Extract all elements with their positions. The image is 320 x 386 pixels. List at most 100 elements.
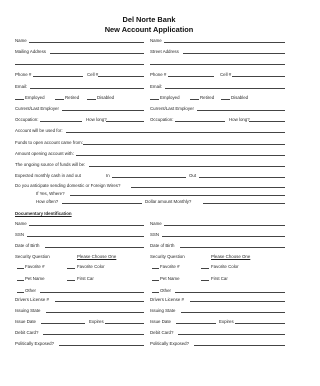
- disabled-label-2: Disabled: [231, 95, 249, 100]
- occupation-field-2[interactable]: [175, 121, 225, 122]
- street-address-field[interactable]: [183, 53, 285, 54]
- mailing-address-label: Mailing Address: [15, 49, 46, 54]
- mailing-address-line-2[interactable]: [15, 64, 144, 65]
- issue-date-field-1[interactable]: [41, 323, 85, 324]
- monthly-cash-label: Expected monthly cash in and out: [15, 173, 81, 178]
- issuing-state-field-1[interactable]: [46, 312, 144, 313]
- employed-label-1: Employed: [25, 95, 45, 100]
- security-question-label-2: Security Question: [150, 254, 185, 259]
- phone-field-1[interactable]: [33, 76, 83, 77]
- email-label-1: Email:: [15, 84, 28, 89]
- how-long-label-2: How long?: [229, 117, 250, 122]
- dob-field-1[interactable]: [45, 247, 144, 248]
- bank-name: Del Norte Bank: [122, 15, 176, 24]
- first-car-check-2[interactable]: [201, 280, 209, 281]
- funds-from-field[interactable]: [83, 144, 285, 145]
- how-often-label: How often?: [36, 199, 59, 204]
- retired-label-1: Retired: [65, 95, 80, 100]
- issue-date-field-2[interactable]: [176, 323, 216, 324]
- wires-question-label: Do you anticipate sending domestic or Fo…: [15, 183, 121, 188]
- employer-label-1: Current/Last Employer: [15, 106, 59, 111]
- name-field-1[interactable]: [29, 42, 144, 43]
- occupation-field-1[interactable]: [40, 121, 82, 122]
- debit-card-field-2[interactable]: [178, 334, 285, 335]
- ongoing-source-field[interactable]: [89, 166, 285, 167]
- employer-label-2: Current/Last Employer: [150, 106, 194, 111]
- expires-field-1[interactable]: [105, 323, 144, 324]
- amount-opening-label: Amount opening account with:: [15, 151, 74, 156]
- employer-field-1[interactable]: [62, 110, 144, 111]
- other-check-1[interactable]: [17, 292, 24, 293]
- pet-name-label-1: Pet Name: [25, 276, 45, 281]
- id-name-label-1: Name: [15, 221, 27, 226]
- monthly-out-label: Out: [189, 173, 197, 178]
- employed-check-2[interactable]: [150, 99, 159, 100]
- other-check-2[interactable]: [152, 292, 159, 293]
- email-label-2: Email:: [150, 84, 163, 89]
- how-long-field-1[interactable]: [106, 121, 144, 122]
- other-field-1[interactable]: [40, 292, 144, 293]
- dob-field-2[interactable]: [180, 247, 285, 248]
- employer-field-2[interactable]: [197, 110, 285, 111]
- employed-check-1[interactable]: [15, 99, 24, 100]
- how-often-field[interactable]: [62, 203, 142, 204]
- retired-check-2[interactable]: [190, 99, 199, 100]
- name-field-2[interactable]: [164, 42, 285, 43]
- mailing-address-field[interactable]: [50, 53, 144, 54]
- favorite-number-check-2[interactable]: [152, 268, 159, 269]
- id-name-field-1[interactable]: [29, 225, 144, 226]
- drivers-license-field-2[interactable]: [190, 301, 285, 302]
- name-label-2: Name: [150, 38, 162, 43]
- first-car-check-1[interactable]: [67, 280, 75, 281]
- email-field-1[interactable]: [30, 88, 144, 89]
- issuing-state-field-2[interactable]: [181, 312, 285, 313]
- favorite-color-check-2[interactable]: [201, 268, 209, 269]
- dob-label-2: Date of Birth: [150, 243, 175, 248]
- name-label-1: Name: [15, 38, 27, 43]
- pet-name-label-2: Pet Name: [160, 276, 180, 281]
- email-field-2[interactable]: [165, 88, 285, 89]
- monthly-in-field[interactable]: [112, 177, 186, 178]
- favorite-color-check-1[interactable]: [67, 268, 75, 269]
- street-address-line-2[interactable]: [150, 64, 285, 65]
- employed-label-2: Employed: [160, 95, 180, 100]
- if-yes-where-field[interactable]: [70, 195, 285, 196]
- amount-opening-field[interactable]: [76, 155, 285, 156]
- disabled-check-1[interactable]: [87, 99, 96, 100]
- first-car-label-2: First Car: [211, 276, 228, 281]
- disabled-check-2[interactable]: [221, 99, 230, 100]
- please-choose-one-1: Please Choose One: [77, 254, 117, 259]
- politically-exposed-field-1[interactable]: [59, 345, 144, 346]
- favorite-number-label-2: Favorite #: [160, 264, 180, 269]
- pet-name-check-1[interactable]: [17, 280, 24, 281]
- phone-label-1: Phone #: [15, 72, 32, 77]
- dollar-monthly-label: Dollar amount Monthly?: [145, 199, 192, 204]
- favorite-color-label-2: Favorite Color: [211, 264, 239, 269]
- how-long-field-2[interactable]: [249, 121, 285, 122]
- cell-label-1: Cell #: [87, 72, 99, 77]
- phone-field-2[interactable]: [168, 76, 214, 77]
- cell-field-2[interactable]: [232, 76, 285, 77]
- id-name-field-2[interactable]: [164, 225, 285, 226]
- debit-card-field-1[interactable]: [43, 334, 144, 335]
- drivers-license-field-1[interactable]: [55, 301, 144, 302]
- expires-field-2[interactable]: [235, 323, 285, 324]
- pet-name-check-2[interactable]: [152, 280, 159, 281]
- ssn-field-1[interactable]: [27, 236, 144, 237]
- expires-label-2: Expires: [219, 319, 234, 324]
- id-name-label-2: Name: [150, 221, 162, 226]
- ssn-field-2[interactable]: [162, 236, 285, 237]
- drivers-license-label-2: Drivers License #: [150, 297, 184, 302]
- other-field-2[interactable]: [175, 292, 285, 293]
- politically-exposed-field-2[interactable]: [194, 345, 285, 346]
- disabled-label-1: Disabled: [97, 95, 115, 100]
- favorite-number-check-1[interactable]: [17, 268, 24, 269]
- ongoing-source-label: The ongoing source of funds will be:: [15, 162, 86, 167]
- wires-question-field[interactable]: [131, 187, 285, 188]
- dollar-monthly-field[interactable]: [203, 203, 285, 204]
- cell-field-1[interactable]: [98, 76, 144, 77]
- retired-check-1[interactable]: [55, 99, 64, 100]
- account-used-for-field[interactable]: [66, 132, 285, 133]
- monthly-out-field[interactable]: [199, 177, 285, 178]
- funds-from-label: Funds to open account came from:: [15, 140, 83, 145]
